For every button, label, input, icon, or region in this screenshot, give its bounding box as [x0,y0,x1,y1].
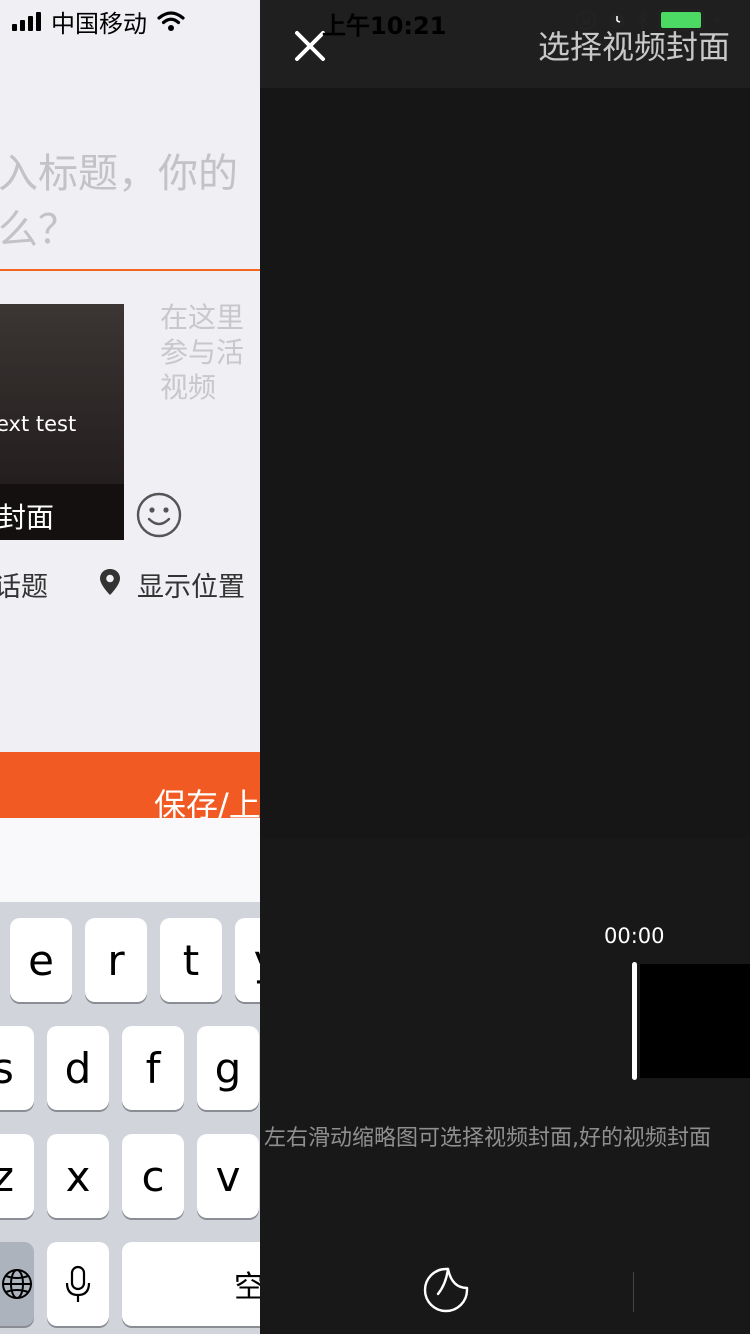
key-e[interactable]: e [10,918,72,1002]
key-y[interactable]: y [235,918,260,1002]
keyboard-input-bar [0,818,260,903]
cellular-signal-icon [12,11,41,31]
key-x[interactable]: x [47,1134,109,1218]
key-c[interactable]: c [122,1134,184,1218]
cover-select-label: 封面 [0,501,55,534]
battery-icon [658,9,704,31]
timecode: 00:00 [604,924,665,948]
charging-icon [713,12,721,28]
key-t[interactable]: t [160,918,222,1002]
key-r[interactable]: r [85,918,147,1002]
scrub-handle[interactable] [632,962,637,1080]
alarm-icon [609,13,625,29]
location-pin-icon [100,569,120,595]
carrier-label: 中国移动 [51,9,147,38]
wifi-icon [157,11,185,31]
status-time: 上午10:21 [322,12,447,40]
key-microphone[interactable] [47,1242,109,1326]
compose-screen: 中国移动 入标题，你的 么？ ext test 封面 在这里 参与活 视频 话题… [0,0,260,1334]
key-v[interactable]: v [197,1134,259,1218]
key-g[interactable]: g [197,1026,259,1110]
key-space[interactable]: 空 [122,1242,260,1326]
key-f[interactable]: f [122,1026,184,1110]
title-input[interactable]: 入标题，你的 么？ [0,146,260,258]
toolbar-divider [633,1272,634,1312]
frame-thumbnail-strip[interactable] [640,964,750,1078]
status-bar-left: 中国移动 [12,6,185,38]
status-bar-right [574,8,722,32]
bluetooth-icon [637,9,649,31]
emoji-icon[interactable] [136,492,182,538]
key-s[interactable]: s [0,1026,34,1110]
key-globe[interactable] [0,1242,34,1326]
cover-picker-panel: 选择视频封面 00:00 左右滑动缩略图可选择视频封面,好的视频封面 [260,0,750,1334]
thumbnail-caption: ext test [0,412,77,436]
topic-button[interactable]: 话题 [0,565,48,604]
video-preview [260,88,750,838]
cover-hint-text: 左右滑动缩略图可选择视频封面,好的视频封面 [264,1126,711,1151]
rotation-lock-icon [576,10,596,30]
keyboard: e r t y s d f g z x c v 空 [0,902,260,1334]
key-z[interactable]: z [0,1134,34,1218]
microphone-icon [65,1265,91,1302]
location-button[interactable]: 显示位置 [137,565,245,604]
description-input[interactable]: 在这里 参与活 视频 [160,300,260,405]
globe-icon [2,1269,32,1299]
title-underline [0,269,260,271]
sticker-icon[interactable] [422,1266,470,1314]
key-d[interactable]: d [47,1026,109,1110]
